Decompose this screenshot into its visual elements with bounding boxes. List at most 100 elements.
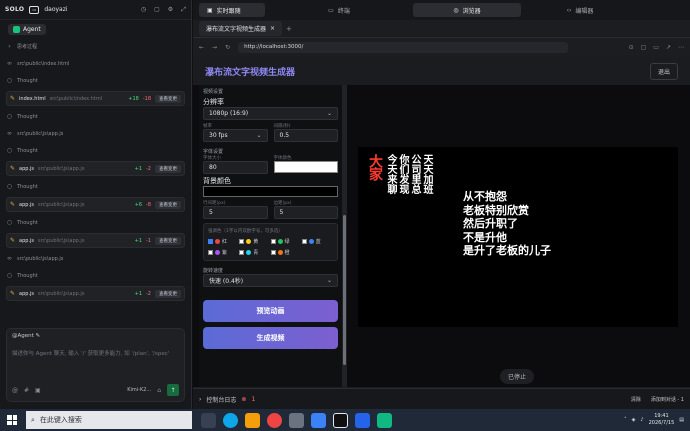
inspect-icon[interactable]: ⊙ <box>629 44 634 51</box>
close-icon[interactable]: × <box>270 25 275 32</box>
chevron-right-icon: › <box>8 43 11 50</box>
feed-line: ○ Thought <box>6 147 38 154</box>
comment-icon[interactable]: ▢ <box>154 6 160 14</box>
hash-icon[interactable]: # <box>24 387 29 394</box>
view-changes-button[interactable]: 查看变更 <box>155 289 181 298</box>
external-icon[interactable]: ↗ <box>666 44 671 51</box>
image-icon[interactable]: ▣ <box>35 387 41 394</box>
console-label[interactable]: 控制台日志 <box>206 395 236 404</box>
history-icon[interactable]: ◷ <box>141 6 146 14</box>
tab-terminal[interactable]: ▭ 终端 <box>269 3 409 17</box>
checkbox[interactable] <box>301 239 307 244</box>
taskbar: ⌕ 在此键入搜索 ˄ ◈ ♪ 19:41 2026/7/15 ▤ <box>0 409 690 431</box>
resolution-select[interactable]: 1080p (16:9) ⌄ <box>203 107 338 120</box>
checkbox[interactable] <box>270 239 276 244</box>
settings-icon[interactable]: ⚙ <box>168 6 173 14</box>
network-icon[interactable]: ◈ <box>632 417 636 423</box>
bg-color-picker[interactable] <box>203 186 338 197</box>
edge-icon[interactable] <box>223 412 238 428</box>
view-changes-button[interactable]: 查看变更 <box>155 94 181 103</box>
font-size-input[interactable]: 80 <box>203 161 268 174</box>
model-select[interactable]: Kimi-K2... <box>127 387 151 393</box>
file-change-card[interactable]: ✎ app.js src\public\js\app.js +1 -2 查看变更 <box>6 286 185 301</box>
preview-vertical-col: 天天加班 <box>421 154 432 194</box>
color-dot-icon <box>246 239 252 244</box>
clear-button[interactable]: 清除 <box>631 396 641 403</box>
generate-button[interactable]: 生成视频 <box>203 327 338 349</box>
at-icon[interactable]: @ <box>12 387 18 394</box>
chevron-down-icon: ⌄ <box>256 132 262 139</box>
checkbox[interactable] <box>270 250 276 255</box>
app-icon[interactable] <box>289 412 304 428</box>
highlight-option[interactable]: 紫 <box>208 249 239 256</box>
highlight-option[interactable]: 红 <box>208 238 239 245</box>
preview-button[interactable]: 预览动画 <box>203 300 338 322</box>
user-name: daoyazi <box>44 6 68 13</box>
highlight-option[interactable]: 蓝 <box>301 238 333 245</box>
fps-select[interactable]: 30 fps ⌄ <box>203 129 268 142</box>
mention-chip[interactable]: @Agent ✎ <box>12 333 40 339</box>
settings-scrollbar[interactable] <box>342 85 347 387</box>
volume-icon[interactable]: ♪ <box>640 417 643 423</box>
tab-editor[interactable]: ‹› 编辑器 <box>525 3 635 17</box>
clock[interactable]: 19:41 2026/7/15 <box>649 413 675 427</box>
file-change-card[interactable]: ✎ index.html src\public\index.html +18 -… <box>6 91 185 106</box>
view-changes-button[interactable]: 查看变更 <box>155 164 181 173</box>
exit-button[interactable]: 退出 <box>649 62 678 80</box>
tray-arrow-icon[interactable]: ˄ <box>624 417 627 423</box>
chrome-icon[interactable] <box>267 412 282 428</box>
back-icon[interactable]: ← <box>199 44 204 51</box>
solo-app-icon[interactable] <box>333 412 348 428</box>
device-icon[interactable]: ▭ <box>653 44 659 51</box>
windows-start-icon[interactable] <box>4 412 20 428</box>
wechat-icon[interactable] <box>377 412 392 428</box>
forward-icon[interactable]: → <box>212 44 217 51</box>
new-tab-icon[interactable]: + <box>286 25 292 33</box>
interval-input[interactable]: 0.5 <box>273 129 338 142</box>
reload-icon[interactable]: ↻ <box>225 44 230 51</box>
rotate-speed-select[interactable]: 快速 (0.4秒) ⌄ <box>203 274 338 287</box>
file-change-card[interactable]: ✎ app.js src\public\js\app.js +6 -8 查看变更 <box>6 197 185 212</box>
url-input[interactable]: http://localhost:3000/ <box>238 41 569 53</box>
file-change-card[interactable]: ✎ app.js src\public\js\app.js +1 -2 查看变更 <box>6 161 185 176</box>
view-changes-button[interactable]: 查看变更 <box>155 200 181 209</box>
edit-icon: ✎ <box>10 290 16 297</box>
folder-icon[interactable] <box>245 412 260 428</box>
add-to-chat-button[interactable]: 添加到对话 - 1 <box>651 396 684 403</box>
taskbar-search[interactable]: ⌕ 在此键入搜索 <box>26 411 192 429</box>
highlight-option[interactable]: 黄 <box>239 238 270 245</box>
checkbox[interactable] <box>208 239 213 244</box>
screenshot-icon[interactable]: ▢ <box>641 44 647 51</box>
agent-tab[interactable]: Agent <box>8 23 46 35</box>
chevron-right-icon[interactable]: › <box>199 396 201 403</box>
telegram-icon[interactable] <box>311 412 326 428</box>
task-view-icon[interactable] <box>201 412 216 428</box>
layout-icon[interactable]: ▭ <box>29 5 40 14</box>
chat-input[interactable]: 描述你与 Agent 聊天, 输入 '/' 获取更多能力, 如 '/plan',… <box>12 350 180 358</box>
live-icon: ▣ <box>207 6 213 14</box>
highlight-option[interactable]: 橙 <box>270 249 302 256</box>
margin-input[interactable]: 5 <box>273 206 338 219</box>
feed-line: ○ Thought <box>6 219 38 226</box>
notification-icon[interactable]: ▤ <box>679 417 684 423</box>
expand-icon[interactable]: ⤢ <box>181 6 186 14</box>
view-changes-button[interactable]: 查看变更 <box>155 236 181 245</box>
tab-live-follow[interactable]: ▣ 实时跟随 <box>199 3 265 17</box>
panel-tabs: ▣ 实时跟随 ▭ 终端 ◎ 浏览器 ‹› 编辑器 <box>193 0 690 20</box>
send-button[interactable]: ↑ <box>167 384 179 396</box>
font-color-picker[interactable] <box>273 161 338 173</box>
feed-line: ○ Thought <box>6 77 38 84</box>
checkbox[interactable] <box>239 250 245 255</box>
highlight-option[interactable]: 青 <box>239 249 270 256</box>
checkbox[interactable] <box>208 250 213 255</box>
mic-icon[interactable]: ⌂ <box>157 387 161 394</box>
powershell-icon[interactable] <box>355 412 370 428</box>
browser-page-tab[interactable]: 瀑布流文字视频生成器 × <box>199 21 283 36</box>
thought-icon: ○ <box>6 272 13 279</box>
checkbox[interactable] <box>239 239 245 244</box>
file-change-card[interactable]: ✎ app.js src\public\js\app.js +1 -1 查看变更 <box>6 233 185 248</box>
tab-browser[interactable]: ◎ 浏览器 <box>413 3 521 17</box>
more-icon[interactable]: ⋯ <box>678 44 684 51</box>
line-spacing-input[interactable]: 5 <box>203 206 268 219</box>
highlight-option[interactable]: 绿 <box>270 238 302 245</box>
